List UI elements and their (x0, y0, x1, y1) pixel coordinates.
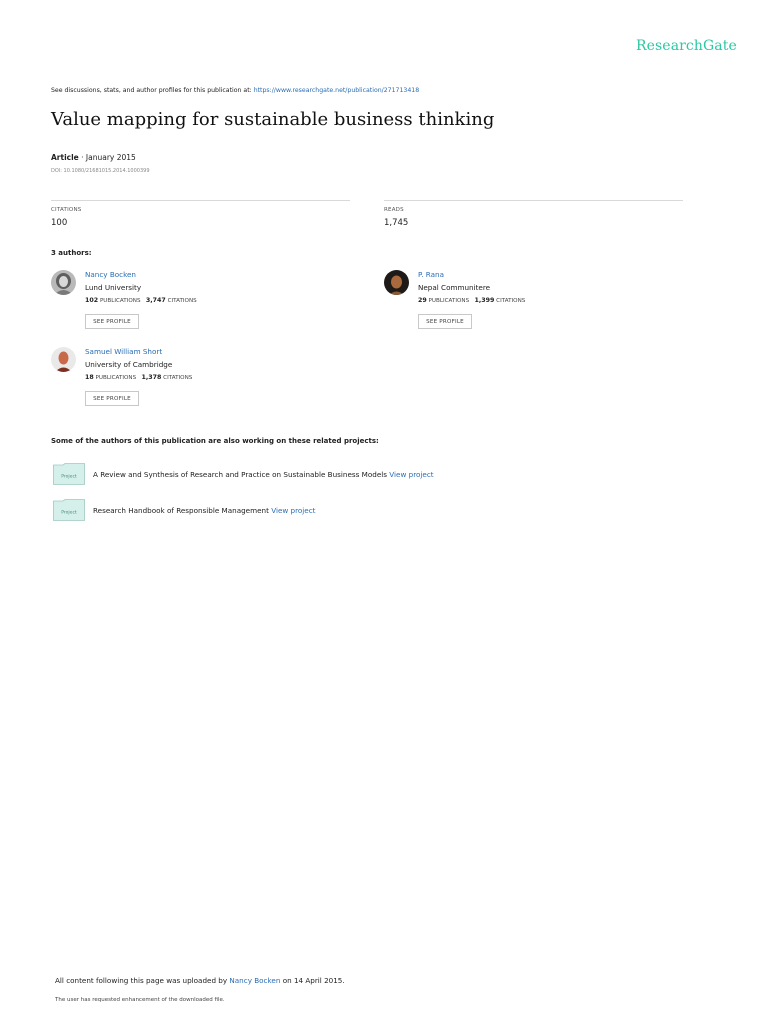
citations-count: 1,378 (141, 374, 162, 381)
author-stats: 102 PUBLICATIONS 3,747 CITATIONS (85, 297, 197, 304)
citations-count: 1,399 (474, 297, 495, 304)
enhancement-note: The user has requested enhancement of th… (55, 997, 225, 1003)
see-profile-button[interactable]: SEE PROFILE (418, 314, 472, 329)
author-name[interactable]: Nancy Bocken (85, 270, 136, 279)
author-institution: University of Cambridge (85, 360, 173, 369)
reads-value: 1,745 (384, 218, 409, 228)
upload-note: All content following this page was uplo… (55, 976, 345, 985)
related-projects-heading: Some of the authors of this publication … (51, 437, 379, 445)
upload-prefix: All content following this page was uplo… (55, 976, 228, 985)
publication-doi: DOI: 10.1080/21681015.2014.1000399 (51, 168, 150, 174)
citations-count: 3,747 (145, 297, 166, 304)
researchgate-logo[interactable]: ResearchGate (636, 38, 737, 54)
project-icon-label: Project (61, 474, 77, 480)
citations-label: CITATIONS (163, 375, 193, 381)
view-project-link[interactable]: View project (271, 506, 315, 515)
see-profile-button[interactable]: SEE PROFILE (85, 391, 139, 406)
publication-meta: Article · January 2015 (51, 153, 136, 162)
author-name[interactable]: Samuel William Short (85, 347, 162, 356)
project-icon-label: Project (61, 510, 77, 516)
publication-type: Article (51, 153, 79, 162)
related-project-item: Research Handbook of Responsible Managem… (93, 506, 316, 515)
citations-label: CITATIONS (496, 298, 526, 304)
project-title: A Review and Synthesis of Research and P… (93, 470, 387, 479)
publications-label: PUBLICATIONS (95, 375, 137, 381)
avatar-nancy-bocken[interactable] (51, 270, 76, 295)
upload-suffix: on 14 April 2015. (282, 976, 345, 985)
author-institution: Lund University (85, 283, 142, 292)
see-profile-button[interactable]: SEE PROFILE (85, 314, 139, 329)
author-stats: 29 PUBLICATIONS 1,399 CITATIONS (418, 297, 525, 304)
publication-title: Value mapping for sustainable business t… (51, 109, 495, 130)
author-name[interactable]: P. Rana (418, 270, 444, 279)
project-folder-icon: Project (53, 499, 85, 521)
project-folder-icon: Project (53, 463, 85, 485)
project-title: Research Handbook of Responsible Managem… (93, 506, 269, 515)
publications-count: 102 (85, 297, 99, 304)
discussions-line: See discussions, stats, and author profi… (51, 87, 419, 94)
avatar-samuel-william-short[interactable] (51, 347, 76, 372)
related-project-item: A Review and Synthesis of Research and P… (93, 470, 434, 479)
reads-label: READS (384, 207, 404, 213)
publications-label: PUBLICATIONS (428, 298, 470, 304)
author-institution: Nepal Communitere (418, 283, 491, 292)
uploader-link[interactable]: Nancy Bocken (229, 976, 280, 985)
authors-heading: 3 authors: (51, 249, 92, 257)
publications-count: 18 (85, 374, 94, 381)
view-project-link[interactable]: View project (389, 470, 433, 479)
citations-divider (51, 200, 350, 201)
publication-date: January 2015 (85, 153, 136, 162)
author-stats: 18 PUBLICATIONS 1,378 CITATIONS (85, 374, 192, 381)
citations-value: 100 (51, 218, 68, 228)
meta-separator: · (78, 153, 86, 162)
publications-count: 29 (418, 297, 427, 304)
avatar-p-rana[interactable] (384, 270, 409, 295)
publication-url-link[interactable]: https://www.researchgate.net/publication… (254, 87, 419, 94)
reads-divider (384, 200, 683, 201)
publications-label: PUBLICATIONS (99, 298, 141, 304)
discussions-prefix: See discussions, stats, and author profi… (51, 87, 252, 94)
citations-label: CITATIONS (167, 298, 197, 304)
citations-label: CITATIONS (51, 207, 82, 213)
